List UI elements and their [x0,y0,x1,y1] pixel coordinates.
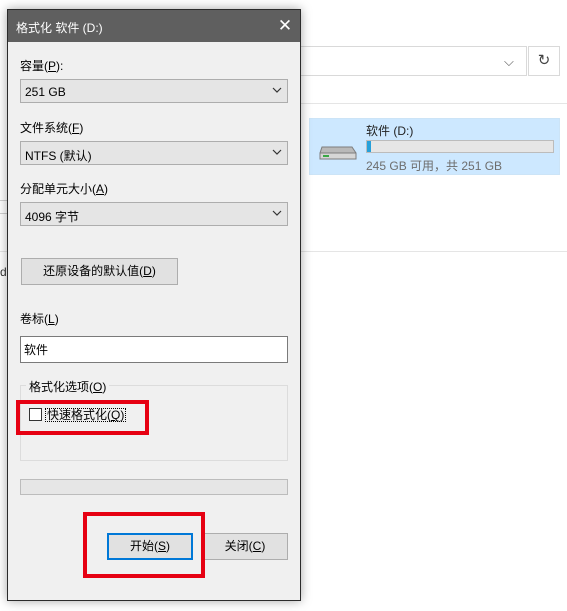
capacity-select[interactable]: 251 GB [20,79,288,103]
chevron-down-icon [272,210,282,216]
address-bar[interactable] [300,46,527,76]
chevron-down-icon[interactable]: ⌵ [504,54,514,70]
divider [300,103,567,104]
highlight-box-start [83,512,205,578]
drive-tile[interactable]: 软件 (D:) 245 GB 可用，共 251 GB [309,118,560,175]
filesystem-select[interactable]: NTFS (默认) [20,141,288,165]
capacity-label: 容量(P): [20,59,64,73]
left-text-fragment: d [0,265,7,279]
hard-drive-icon [319,146,357,160]
drive-usage-fill [367,141,372,152]
close-button[interactable]: 关闭(C) [202,533,288,560]
drive-name: 软件 (D:) [366,124,414,138]
highlight-box-quick-format [16,400,149,435]
capacity-value: 251 GB [25,85,66,99]
volume-label: 卷标(L) [20,312,59,326]
chevron-down-icon [272,149,282,155]
refresh-button[interactable]: ↻ [528,46,560,76]
format-options-title: 格式化选项(O) [26,378,110,395]
drive-usage-bar [366,140,554,153]
drive-space-text: 245 GB 可用，共 251 GB [366,159,503,173]
allocation-label: 分配单元大小(A) [20,182,109,196]
allocation-value: 4096 字节 [25,210,80,224]
chevron-down-icon [272,87,282,93]
divider [300,251,567,252]
allocation-select[interactable]: 4096 字节 [20,202,288,226]
volume-label-field[interactable] [24,342,274,356]
filesystem-value: NTFS (默认) [25,149,92,163]
volume-label-input[interactable] [20,336,288,363]
filesystem-label: 文件系统(F) [20,121,84,135]
dialog-titlebar[interactable]: 格式化 软件 (D:) ✕ [8,10,300,42]
dialog-title: 格式化 软件 (D:) [16,21,103,35]
close-icon[interactable]: ✕ [270,10,300,42]
refresh-icon: ↻ [537,52,551,69]
format-progress-bar [20,479,288,495]
restore-defaults-button[interactable]: 还原设备的默认值(D) [21,258,178,285]
